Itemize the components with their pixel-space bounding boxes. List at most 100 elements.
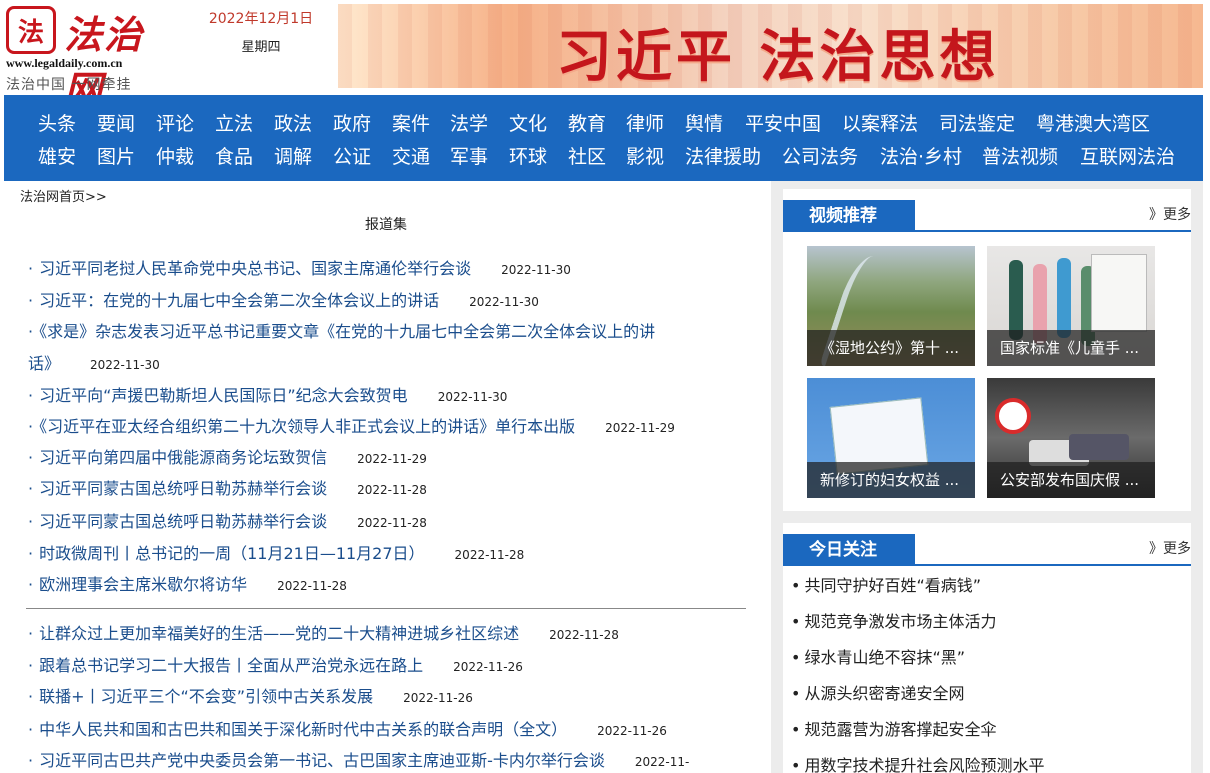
nav-item[interactable]: 法学 — [450, 109, 488, 136]
news-item[interactable]: · 《求是》杂志发表习近平总书记重要文章《在党的十九届七中全会第二次全体会议上的讲 — [28, 316, 748, 348]
focus-item-title[interactable]: 规范露营为游客撑起安全伞 — [804, 720, 996, 739]
focus-more-link[interactable]: 》更多 — [1149, 538, 1191, 558]
news-item[interactable]: · 时政微周刊丨总书记的一周（11月21日—11月27日） 2022-11-28 — [28, 538, 748, 571]
nav-item[interactable]: 评论 — [156, 109, 194, 136]
nav-item[interactable]: 法律援助 — [685, 142, 761, 169]
nav-item[interactable]: 法治·乡村 — [880, 142, 962, 169]
focus-panel-header: 今日关注 》更多 — [783, 534, 1191, 566]
news-title[interactable]: 习近平同蒙古国总统呼日勒苏赫举行会谈 — [39, 479, 327, 498]
nav-item[interactable]: 教育 — [568, 109, 606, 136]
logo-seal-icon: 法 — [6, 6, 56, 54]
news-item[interactable]: · 习近平同古巴共产党中央委员会第一书记、古巴国家主席迪亚斯-卡内尔举行会谈 202… — [28, 745, 748, 773]
news-item[interactable]: · 习近平同蒙古国总统呼日勒苏赫举行会谈 2022-11-28 — [28, 506, 748, 539]
nav-item[interactable]: 雄安 — [38, 142, 76, 169]
nav-item[interactable]: 图片 — [97, 142, 135, 169]
video-thumb[interactable]: 新修订的妇女权益 ... — [807, 378, 975, 498]
news-item[interactable]: · 习近平向第四届中俄能源商务论坛致贺信 2022-11-29 — [28, 442, 748, 475]
news-title[interactable]: 习近平同蒙古国总统呼日勒苏赫举行会谈 — [39, 512, 327, 531]
nav-item[interactable]: 文化 — [509, 109, 547, 136]
section-title: 报道集 — [365, 217, 407, 233]
news-item[interactable]: · 《习近平在亚太经合组织第二十九次领导人非正式会议上的讲话》单行本出版 2022-… — [28, 411, 748, 444]
news-item[interactable]: · 欧洲理事会主席米歇尔将访华 2022-11-28 — [28, 569, 748, 602]
date-box: 2022年12月1日 星期四 — [196, 8, 326, 55]
site-logo[interactable]: 法 法治网 www.legaldaily.com.cn 法治中国 一网牵挂 — [4, 4, 166, 112]
news-title-continuation[interactable]: 话》 — [28, 354, 60, 373]
video-caption[interactable]: 公安部发布国庆假 ... — [987, 462, 1155, 498]
focus-panel: 今日关注 》更多 • 共同守护好百姓“看病钱” • 规范竞争激发市场主体活力 • 绿水… — [783, 523, 1191, 773]
list-divider — [26, 608, 746, 609]
focus-item[interactable]: • 规范竞争激发市场主体活力 — [791, 610, 996, 634]
bullet-icon: · — [28, 624, 34, 643]
nav-item[interactable]: 普法视频 — [982, 142, 1058, 169]
news-title[interactable]: 习近平：在党的十九届七中全会第二次全体会议上的讲话 — [39, 291, 439, 310]
news-title[interactable]: 跟着总书记学习二十大报告丨全面从严治党永远在路上 — [39, 656, 423, 675]
news-item[interactable]: · 让群众过上更加幸福美好的生活——党的二十大精神进城乡社区综述 2022-11-2… — [28, 618, 748, 651]
news-title[interactable]: 欧洲理事会主席米歇尔将访华 — [39, 575, 247, 594]
video-thumb[interactable]: 国家标准《儿童手 ... — [987, 246, 1155, 366]
news-title[interactable]: 习近平同古巴共产党中央委员会第一书记、古巴国家主席迪亚斯-卡内尔举行会谈 — [39, 751, 605, 770]
news-date: 2022-11- — [634, 755, 690, 769]
news-title[interactable]: 联播+丨习近平三个“不会变”引领中古关系发展 — [39, 687, 373, 706]
news-item[interactable]: · 习近平同蒙古国总统呼日勒苏赫举行会谈 2022-11-28 — [28, 473, 748, 506]
news-item[interactable]: · 习近平同老挝人民革命党中央总书记、国家主席通伦举行会谈 2022-11-30 — [28, 253, 748, 286]
news-item[interactable]: · 跟着总书记学习二十大报告丨全面从严治党永远在路上 2022-11-26 — [28, 650, 748, 683]
focus-item[interactable]: • 规范露营为游客撑起安全伞 — [791, 718, 996, 742]
news-item[interactable]: · 习近平：在党的十九届七中全会第二次全体会议上的讲话 2022-11-30 — [28, 285, 748, 318]
focus-item[interactable]: • 共同守护好百姓“看病钱” — [791, 574, 981, 598]
nav-item[interactable]: 政法 — [274, 109, 312, 136]
news-title[interactable]: 让群众过上更加幸福美好的生活——党的二十大精神进城乡社区综述 — [39, 624, 519, 643]
nav-item[interactable]: 粤港澳大湾区 — [1036, 109, 1150, 136]
nav-item[interactable]: 军事 — [450, 142, 488, 169]
news-title[interactable]: 习近平向“声援巴勒斯坦人民国际日”纪念大会致贺电 — [39, 386, 408, 405]
video-caption[interactable]: 国家标准《儿童手 ... — [987, 330, 1155, 366]
nav-item[interactable]: 司法鉴定 — [939, 109, 1015, 136]
news-item[interactable]: · 联播+丨习近平三个“不会变”引领中古关系发展 2022-11-26 — [28, 681, 748, 714]
header-banner[interactable]: 习近平 法治思想 — [338, 4, 1203, 88]
video-caption[interactable]: 《湿地公约》第十 ... — [807, 330, 975, 366]
nav-item[interactable]: 社区 — [568, 142, 606, 169]
video-caption[interactable]: 新修订的妇女权益 ... — [807, 462, 975, 498]
bullet-icon: · — [28, 751, 34, 770]
focus-item-title[interactable]: 共同守护好百姓“看病钱” — [804, 576, 981, 595]
nav-item[interactable]: 仲裁 — [156, 142, 194, 169]
nav-item[interactable]: 舆情 — [685, 109, 723, 136]
nav-item[interactable]: 律师 — [626, 109, 664, 136]
nav-item[interactable]: 政府 — [333, 109, 371, 136]
focus-item-title[interactable]: 从源头织密寄递安全网 — [804, 684, 964, 703]
nav-item[interactable]: 平安中国 — [745, 109, 821, 136]
nav-item[interactable]: 公证 — [333, 142, 371, 169]
nav-item[interactable]: 交通 — [392, 142, 430, 169]
nav-item[interactable]: 立法 — [215, 109, 253, 136]
news-title[interactable]: 中华人民共和国和古巴共和国关于深化新时代中古关系的联合声明（全文） — [39, 720, 567, 739]
nav-item[interactable]: 以案释法 — [842, 109, 918, 136]
news-title[interactable]: 《习近平在亚太经合组织第二十九次领导人非正式会议上的讲话》单行本出版 — [39, 417, 575, 436]
nav-item[interactable]: 公司法务 — [782, 142, 858, 169]
news-title[interactable]: 时政微周刊丨总书记的一周（11月21日—11月27日） — [39, 544, 424, 563]
video-more-link[interactable]: 》更多 — [1149, 204, 1191, 224]
nav-item[interactable]: 影视 — [626, 142, 664, 169]
logo-slogan: 法治中国 一网牵挂 — [6, 77, 132, 93]
news-item[interactable]: · 习近平向“声援巴勒斯坦人民国际日”纪念大会致贺电 2022-11-30 — [28, 380, 748, 413]
video-thumb[interactable]: 公安部发布国庆假 ... — [987, 378, 1155, 498]
news-title[interactable]: 《求是》杂志发表习近平总书记重要文章《在党的十九届七中全会第二次全体会议上的讲 — [39, 322, 655, 341]
focus-item-title[interactable]: 用数字技术提升社会风险预测水平 — [804, 756, 1044, 773]
nav-item[interactable]: 案件 — [392, 109, 430, 136]
video-thumb[interactable]: 《湿地公约》第十 ... — [807, 246, 975, 366]
nav-item[interactable]: 头条 — [38, 109, 76, 136]
news-title[interactable]: 习近平向第四届中俄能源商务论坛致贺信 — [39, 448, 327, 467]
news-title[interactable]: 习近平同老挝人民革命党中央总书记、国家主席通伦举行会谈 — [39, 259, 471, 278]
current-date: 2022年12月1日 — [208, 11, 314, 27]
nav-item[interactable]: 要闻 — [97, 109, 135, 136]
news-item[interactable]: · 中华人民共和国和古巴共和国关于深化新时代中古关系的联合声明（全文） 2022-1… — [28, 714, 748, 747]
focus-item[interactable]: • 绿水青山绝不容抹“黑” — [791, 646, 965, 670]
breadcrumb[interactable]: 法治网首页>> — [20, 186, 107, 205]
focus-item-title[interactable]: 绿水青山绝不容抹“黑” — [804, 648, 965, 667]
nav-item[interactable]: 调解 — [274, 142, 312, 169]
nav-item[interactable]: 食品 — [215, 142, 253, 169]
focus-item-title[interactable]: 规范竞争激发市场主体活力 — [804, 612, 996, 631]
news-item-continuation[interactable]: 话》 2022-11-30 — [28, 348, 748, 381]
focus-item[interactable]: • 用数字技术提升社会风险预测水平 — [791, 754, 1044, 773]
focus-item[interactable]: • 从源头织密寄递安全网 — [791, 682, 964, 706]
nav-item[interactable]: 互联网法治 — [1080, 142, 1175, 169]
nav-item[interactable]: 环球 — [509, 142, 547, 169]
